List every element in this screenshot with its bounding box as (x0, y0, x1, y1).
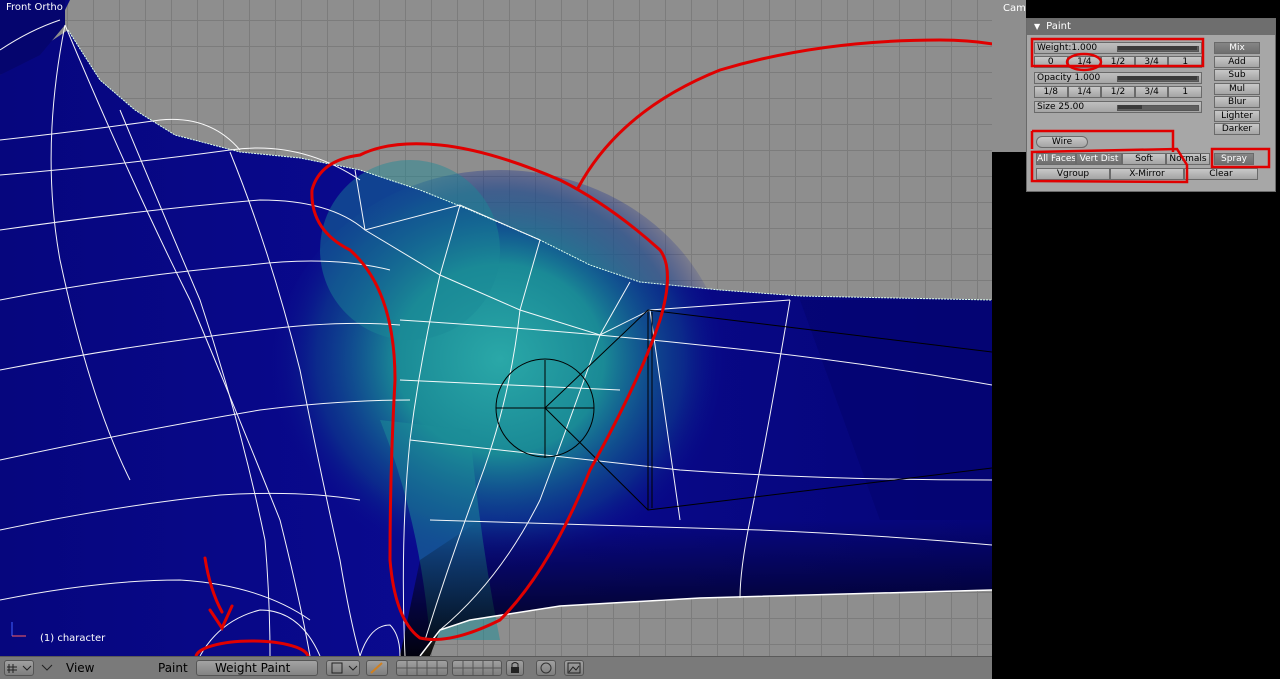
weight-slider[interactable]: Weight:1.000 (1034, 42, 1202, 54)
wire-toggle[interactable]: Wire (1036, 136, 1088, 148)
blend-mode-mix[interactable]: Mix (1214, 42, 1260, 54)
grid-icon (7, 664, 32, 673)
paint-menu[interactable]: Paint (158, 660, 188, 676)
paint-panel: ▼ Paint Weight:1.000 0 1/4 1/2 3/4 1 Opacity … (1026, 18, 1276, 192)
blend-mode-lighter[interactable]: Lighter (1214, 109, 1260, 122)
blend-mode-darker[interactable]: Darker (1214, 123, 1260, 135)
weight-preset-button[interactable]: 1/4 (1067, 56, 1102, 68)
vgroup-toggle[interactable]: Vgroup (1036, 168, 1110, 180)
opacity-fill (1118, 76, 1197, 80)
opacity-preset-button[interactable]: 1/2 (1101, 86, 1135, 98)
opacity-slider[interactable]: Opacity 1.000 (1034, 72, 1202, 84)
blend-mode-add[interactable]: Add (1214, 55, 1260, 68)
size-fill (1118, 105, 1142, 109)
weight-preset-button[interactable]: 1 (1168, 56, 1202, 68)
viewport-canvas (0, 0, 992, 656)
view-menu[interactable]: View (66, 660, 94, 676)
blend-mode-mul[interactable]: Mul (1214, 82, 1260, 95)
layer-buttons-a[interactable] (396, 660, 448, 676)
opacity-preset-button[interactable]: 1/8 (1034, 86, 1068, 98)
size-slider[interactable]: Size 25.00 (1034, 101, 1202, 113)
size-label: Size 25.00 (1037, 102, 1085, 112)
3d-viewport[interactable]: Front Ortho (1) character (0, 0, 992, 656)
shading-icon (331, 662, 358, 674)
collapse-menu-icon[interactable] (40, 660, 56, 676)
lock-button[interactable] (506, 660, 524, 676)
collapse-triangle-icon[interactable]: ▼ (1034, 22, 1040, 31)
layer-buttons-b[interactable] (452, 660, 502, 676)
render-icon (567, 662, 581, 674)
lock-icon (511, 662, 519, 673)
camera-view-strip (992, 0, 1026, 152)
layers-icon-2 (453, 661, 501, 675)
camera-label: Cam (1003, 3, 1026, 14)
weight-preset-button[interactable]: 3/4 (1134, 56, 1169, 68)
option-normals[interactable]: Normals (1166, 153, 1210, 165)
weight-preset-button[interactable]: 1/2 (1101, 56, 1135, 68)
object-label: (1) character (40, 633, 106, 644)
blend-mode-blur[interactable]: Blur (1214, 96, 1260, 108)
proportional-edit-icon (540, 662, 552, 674)
proportional-edit-button[interactable] (536, 660, 556, 676)
view-name-label: Front Ortho (6, 2, 63, 13)
option-vert-dist[interactable]: Vert Dist (1076, 153, 1122, 165)
weight-preset-button[interactable]: 0 (1034, 56, 1068, 68)
mode-select[interactable]: Weight Paint (196, 660, 318, 676)
weight-label: Weight:1.000 (1037, 43, 1098, 53)
option-all-faces[interactable]: All Faces (1036, 153, 1076, 165)
paint-brush-button[interactable] (366, 660, 388, 676)
mode-select-value: Weight Paint (215, 661, 291, 675)
viewport-header: View Paint Weight Paint (0, 656, 992, 679)
xmirror-toggle[interactable]: X-Mirror (1110, 168, 1184, 180)
blend-mode-sub[interactable]: Sub (1214, 69, 1260, 81)
editor-type-button[interactable] (4, 660, 34, 676)
opacity-preset-button[interactable]: 1/4 (1067, 86, 1102, 98)
opacity-preset-button[interactable]: 1 (1168, 86, 1202, 98)
character-mesh (0, 0, 992, 656)
layers-icon (397, 661, 447, 675)
option-spray[interactable]: Spray (1214, 153, 1254, 165)
clear-button[interactable]: Clear (1184, 168, 1258, 180)
opacity-label: Opacity 1.000 (1037, 73, 1101, 83)
panel-header[interactable]: ▼ Paint (1027, 19, 1275, 35)
option-soft[interactable]: Soft (1122, 153, 1166, 165)
panel-title: Paint (1046, 21, 1071, 32)
render-button[interactable] (564, 660, 584, 676)
opacity-preset-button[interactable]: 3/4 (1134, 86, 1169, 98)
brush-icon (370, 662, 383, 674)
draw-type-button[interactable] (326, 660, 360, 676)
weight-fill (1118, 46, 1197, 50)
